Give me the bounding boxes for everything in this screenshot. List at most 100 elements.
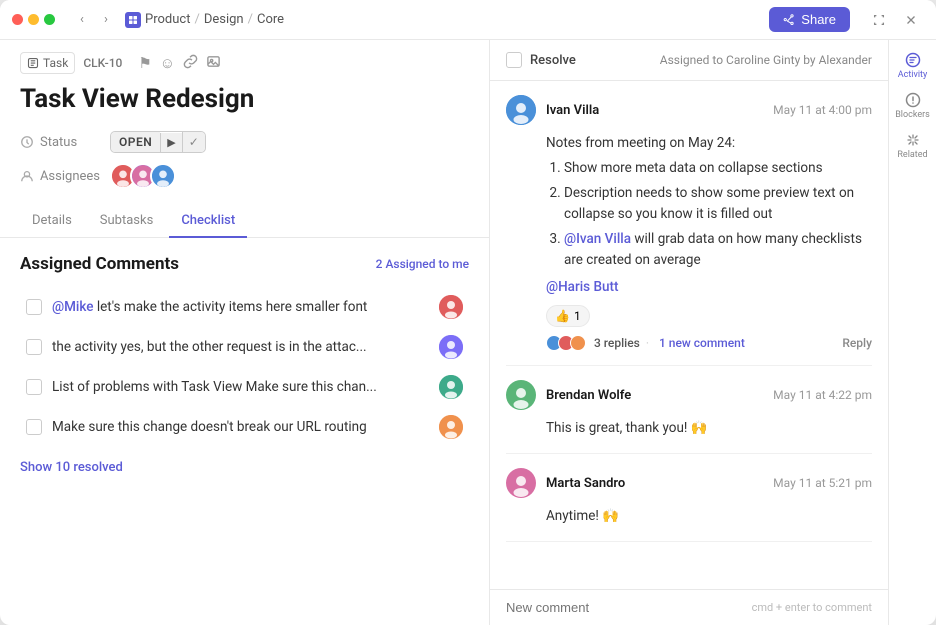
breadcrumb-sep-1: / <box>194 12 199 27</box>
item-text-3: List of problems with Task View Make sur… <box>52 379 429 395</box>
task-id: CLK-10 <box>83 56 122 70</box>
checklist-item[interactable]: @Mike let's make the activity items here… <box>20 288 469 326</box>
item-avatar-1 <box>439 295 463 319</box>
app-window: ‹ › Product / Design / Core Share <box>0 0 936 625</box>
status-arrow[interactable]: ▶ <box>160 133 181 152</box>
sidebar-blockers-label: Blockers <box>895 110 930 120</box>
breadcrumb-core[interactable]: Core <box>257 12 284 27</box>
comment-hint: cmd + enter to comment <box>752 601 872 614</box>
status-label: Status <box>20 135 100 150</box>
comment-thread-2: Brendan Wolfe May 11 at 4:22 pm This is … <box>506 366 872 454</box>
commenter-name-2: Brendan Wolfe <box>546 388 631 403</box>
share-button[interactable]: Share <box>769 7 850 32</box>
checklist-items: @Mike let's make the activity items here… <box>20 288 469 446</box>
avatar-3[interactable] <box>150 163 176 189</box>
comment-time-3: May 11 at 5:21 pm <box>773 476 872 490</box>
item-avatar-3 <box>439 375 463 399</box>
product-icon <box>125 12 141 28</box>
status-main: OPEN <box>111 132 160 152</box>
breadcrumb-product[interactable]: Product <box>145 12 190 27</box>
reaction-count-1: 1 <box>574 309 581 323</box>
breadcrumb-design[interactable]: Design <box>204 12 244 27</box>
breadcrumb-sep-2: / <box>248 12 253 27</box>
comment-reactions-1: 👍 1 <box>546 305 872 327</box>
close-button[interactable] <box>12 14 23 25</box>
check-box-4[interactable] <box>26 419 42 435</box>
item-text-4: Make sure this change doesn't break our … <box>52 419 429 435</box>
task-type-badge[interactable]: Task <box>20 52 75 74</box>
maximize-button[interactable] <box>44 14 55 25</box>
tab-details[interactable]: Details <box>20 205 84 238</box>
comment-tag-1[interactable]: @Haris Butt <box>546 279 619 295</box>
commenter-avatar-3 <box>506 468 536 498</box>
forward-arrow[interactable]: › <box>95 9 117 31</box>
check-box-3[interactable] <box>26 379 42 395</box>
item-avatar-4 <box>439 415 463 439</box>
expand-icon[interactable] <box>866 7 892 33</box>
status-check[interactable]: ✓ <box>182 132 205 152</box>
comment-body-1: Notes from meeting on May 24: Show more … <box>546 133 872 297</box>
item-text-2: the activity yes, but the other request … <box>52 339 429 355</box>
task-header: Task CLK-10 ⚑ ☺ Task Vie <box>0 40 489 205</box>
task-label: Task <box>43 56 68 70</box>
minimize-button[interactable] <box>28 14 39 25</box>
right-panel: Resolve Assigned to Caroline Ginty by Al… <box>490 40 936 625</box>
comment-header-3: Marta Sandro May 11 at 5:21 pm <box>506 468 872 498</box>
comment-thread-3: Marta Sandro May 11 at 5:21 pm Anytime! … <box>506 454 872 542</box>
comment-body-2: This is great, thank you! 🙌 <box>546 418 872 439</box>
resolve-label[interactable]: Resolve <box>530 53 576 68</box>
comment-footer-1: 3 replies · 1 new comment Reply <box>546 335 872 351</box>
reply-count-1: 3 replies <box>594 336 640 350</box>
right-sidebar: Activity Blockers Related <box>888 40 936 625</box>
checklist-item[interactable]: the activity yes, but the other request … <box>20 328 469 366</box>
commenter-name-1: Ivan Villa <box>546 103 599 118</box>
footer-avatars-1 <box>546 335 582 351</box>
check-box-2[interactable] <box>26 339 42 355</box>
comment-time-2: May 11 at 4:22 pm <box>773 388 872 402</box>
tab-subtasks[interactable]: Subtasks <box>88 205 166 238</box>
comment-time-1: May 11 at 4:00 pm <box>773 103 872 117</box>
task-meta-icons: ⚑ ☺ <box>138 54 221 73</box>
close-icon[interactable] <box>898 7 924 33</box>
commenter-name-3: Marta Sandro <box>546 476 625 491</box>
flag-icon[interactable]: ⚑ <box>138 54 151 72</box>
checklist-section: Assigned Comments 2 Assigned to me @Mike… <box>0 238 489 625</box>
breadcrumb: Product / Design / Core <box>125 12 284 28</box>
reply-button-1[interactable]: Reply <box>842 336 872 350</box>
image-icon[interactable] <box>206 54 221 73</box>
new-comment-badge-1: 1 new comment <box>659 336 745 350</box>
checklist-item[interactable]: Make sure this change doesn't break our … <box>20 408 469 446</box>
tab-checklist[interactable]: Checklist <box>169 205 247 238</box>
emoji-icon[interactable]: ☺ <box>160 54 175 72</box>
checklist-item[interactable]: List of problems with Task View Make sur… <box>20 368 469 406</box>
commenter-avatar-2 <box>506 380 536 410</box>
resolve-checkbox[interactable] <box>506 52 522 68</box>
comment-header-2: Brendan Wolfe May 11 at 4:22 pm <box>506 380 872 410</box>
item-text-1: @Mike let's make the activity items here… <box>52 299 429 315</box>
section-header: Assigned Comments 2 Assigned to me <box>20 254 469 274</box>
assignees-label: Assignees <box>20 169 100 184</box>
reaction-pill-1[interactable]: 👍 1 <box>546 305 590 327</box>
status-badge[interactable]: OPEN ▶ ✓ <box>110 131 206 153</box>
comment-input[interactable] <box>506 600 752 615</box>
show-resolved-button[interactable]: Show 10 resolved <box>20 460 469 475</box>
link-icon[interactable] <box>183 54 198 73</box>
assigned-badge[interactable]: 2 Assigned to me <box>376 257 469 271</box>
item-avatar-2 <box>439 335 463 359</box>
sidebar-activity-btn[interactable]: Activity <box>895 48 931 84</box>
status-field: Status OPEN ▶ ✓ <box>20 131 469 153</box>
comment-body-3: Anytime! 🙌 <box>546 506 872 527</box>
left-panel: Task CLK-10 ⚑ ☺ Task Vie <box>0 40 490 625</box>
comments-feed: Ivan Villa May 11 at 4:00 pm Notes from … <box>490 81 888 589</box>
comment-list-item-2: Description needs to show some preview t… <box>564 183 872 225</box>
comment-intro-1: Notes from meeting on May 24: <box>546 135 735 151</box>
sidebar-related-btn[interactable]: Related <box>895 128 931 164</box>
section-title: Assigned Comments <box>20 254 179 274</box>
back-arrow[interactable]: ‹ <box>71 9 93 31</box>
reaction-emoji-1: 👍 <box>555 309 570 323</box>
comment-input-area: cmd + enter to comment <box>490 589 888 625</box>
check-box-1[interactable] <box>26 299 42 315</box>
sidebar-activity-label: Activity <box>898 70 927 80</box>
comment-thread-1: Ivan Villa May 11 at 4:00 pm Notes from … <box>506 81 872 366</box>
sidebar-blockers-btn[interactable]: Blockers <box>895 88 931 124</box>
